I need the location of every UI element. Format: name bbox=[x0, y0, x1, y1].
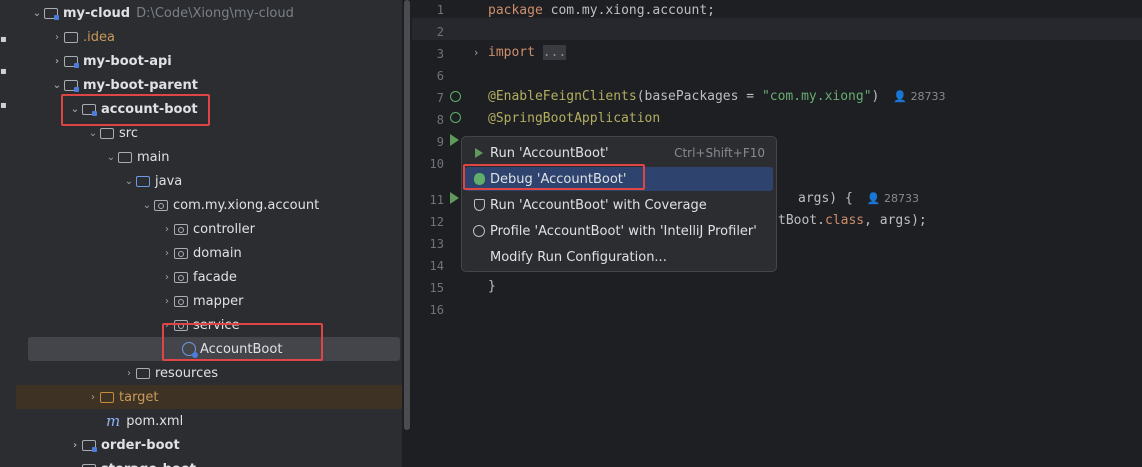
tree-node-pom[interactable]: m pom.xml bbox=[16, 409, 402, 433]
chevron-down-icon[interactable]: ⌄ bbox=[104, 145, 118, 169]
chevron-right-icon[interactable]: › bbox=[50, 25, 64, 49]
tree-node-package[interactable]: ⌄ com.my.xiong.account bbox=[16, 193, 402, 217]
run-icon bbox=[468, 141, 490, 165]
module-folder-icon bbox=[64, 79, 79, 92]
code-line-12-tail: tBoot.class, args); bbox=[778, 213, 927, 228]
tree-node-my-boot-api[interactable]: › my-boot-api bbox=[16, 49, 402, 73]
tool-window-strip: ▪ ▪ ▪ bbox=[0, 0, 16, 467]
resources-folder-icon bbox=[136, 367, 150, 379]
maven-icon: m bbox=[106, 412, 121, 430]
package-icon bbox=[174, 271, 188, 283]
tree-node-facade[interactable]: › facade bbox=[16, 265, 402, 289]
chevron-down-icon[interactable]: ⌄ bbox=[140, 193, 154, 217]
chevron-right-icon[interactable]: › bbox=[160, 265, 174, 289]
folder-icon bbox=[100, 127, 114, 139]
annotation-box-account-boot bbox=[61, 94, 210, 126]
menu-run-coverage[interactable]: Run 'AccountBoot' with Coverage bbox=[465, 193, 773, 217]
line-number: 1 bbox=[436, 3, 444, 17]
code-line-7: @EnableFeignClients(basePackages = "com.… bbox=[488, 89, 946, 104]
chevron-down-icon[interactable]: ⌄ bbox=[30, 1, 44, 25]
shortcut-label: Ctrl+Shift+F10 bbox=[674, 146, 765, 160]
line-number: 11 bbox=[429, 193, 444, 207]
excluded-folder-icon bbox=[100, 391, 114, 403]
tree-node-storage-boot[interactable]: › storage-boot bbox=[16, 457, 402, 467]
chevron-right-icon[interactable]: › bbox=[122, 361, 136, 385]
line-number: 7 bbox=[436, 91, 444, 105]
tree-node-idea[interactable]: › .idea bbox=[16, 25, 402, 49]
module-folder-icon bbox=[44, 7, 59, 20]
code-line-8: @SpringBootApplication bbox=[488, 111, 661, 126]
project-tree: ⌄ my-cloud D:\Code\Xiong\my-cloud › .ide… bbox=[16, 0, 402, 467]
folder-icon bbox=[64, 31, 78, 43]
package-icon bbox=[154, 199, 168, 211]
tree-node-java[interactable]: ⌄ java bbox=[16, 169, 402, 193]
strip-icon[interactable]: ▪ bbox=[0, 100, 8, 112]
chevron-right-icon[interactable]: › bbox=[160, 217, 174, 241]
chevron-right-icon[interactable]: › bbox=[86, 385, 100, 409]
module-folder-icon bbox=[82, 439, 97, 452]
menu-modify-config[interactable]: Modify Run Configuration... bbox=[465, 245, 773, 269]
line-number: 2 bbox=[436, 25, 444, 39]
blank-icon bbox=[468, 245, 490, 269]
module-folder-icon bbox=[82, 463, 96, 467]
folded-imports[interactable]: ... bbox=[542, 45, 567, 60]
code-line-3: import ... bbox=[488, 45, 567, 60]
tree-node-resources[interactable]: › resources bbox=[16, 361, 402, 385]
line-number: 9 bbox=[436, 135, 444, 149]
tree-node-controller[interactable]: › controller bbox=[16, 217, 402, 241]
menu-run[interactable]: Run 'AccountBoot' Ctrl+Shift+F10 bbox=[465, 141, 773, 165]
line-number: 3 bbox=[436, 47, 444, 61]
line-number: 15 bbox=[429, 281, 444, 295]
tree-node-domain[interactable]: › domain bbox=[16, 241, 402, 265]
spring-bean-icon[interactable] bbox=[450, 91, 461, 102]
menu-profile[interactable]: Profile 'AccountBoot' with 'IntelliJ Pro… bbox=[465, 219, 773, 243]
code-line-1: package com.my.xiong.account; bbox=[488, 3, 715, 18]
coverage-shield-icon bbox=[468, 193, 490, 217]
line-number: 10 bbox=[429, 157, 444, 171]
code-line-15: } bbox=[488, 279, 496, 294]
chevron-right-icon[interactable]: › bbox=[68, 457, 82, 467]
annotation-box-debug-item bbox=[463, 164, 645, 190]
tree-scrollbar[interactable] bbox=[404, 0, 410, 430]
profiler-gauge-icon bbox=[468, 219, 490, 243]
module-folder-icon bbox=[64, 55, 79, 68]
package-icon bbox=[174, 223, 188, 235]
chevron-right-icon[interactable]: › bbox=[50, 49, 64, 73]
line-number: 16 bbox=[429, 303, 444, 317]
usages-hint[interactable]: 👤 28733 bbox=[867, 192, 919, 205]
line-number: 14 bbox=[429, 259, 444, 273]
chevron-right-icon[interactable]: › bbox=[160, 241, 174, 265]
run-gutter-icon[interactable] bbox=[450, 134, 459, 146]
spring-bean-icon[interactable] bbox=[450, 112, 461, 123]
source-folder-icon bbox=[136, 175, 150, 187]
code-line-11-tail: args) {👤 28733 bbox=[798, 191, 919, 206]
strip-icon[interactable]: ▪ bbox=[0, 34, 8, 46]
usages-hint[interactable]: 👤 28733 bbox=[893, 90, 945, 103]
package-icon bbox=[174, 295, 188, 307]
chevron-right-icon[interactable]: › bbox=[160, 289, 174, 313]
line-number: 12 bbox=[429, 215, 444, 229]
chevron-right-icon[interactable]: › bbox=[68, 433, 82, 457]
tree-node-target[interactable]: › target bbox=[16, 385, 402, 409]
run-gutter-icon[interactable] bbox=[450, 192, 459, 204]
fold-chevron-icon[interactable]: › bbox=[474, 46, 478, 59]
tree-node-main[interactable]: ⌄ main bbox=[16, 145, 402, 169]
package-icon bbox=[174, 247, 188, 259]
tree-node-mapper[interactable]: › mapper bbox=[16, 289, 402, 313]
tree-node-order-boot[interactable]: › order-boot bbox=[16, 433, 402, 457]
project-path: D:\Code\Xiong\my-cloud bbox=[136, 5, 294, 21]
annotation-box-accountboot-class bbox=[162, 323, 323, 361]
line-number: 13 bbox=[429, 237, 444, 251]
strip-icon[interactable]: ▪ bbox=[0, 66, 8, 78]
folder-icon bbox=[118, 151, 132, 163]
run-context-menu: Run 'AccountBoot' Ctrl+Shift+F10 Debug '… bbox=[461, 136, 777, 272]
tree-node-my-cloud[interactable]: ⌄ my-cloud D:\Code\Xiong\my-cloud bbox=[16, 1, 402, 25]
line-number: 8 bbox=[436, 113, 444, 127]
chevron-down-icon[interactable]: ⌄ bbox=[122, 169, 136, 193]
line-number: 6 bbox=[436, 69, 444, 83]
